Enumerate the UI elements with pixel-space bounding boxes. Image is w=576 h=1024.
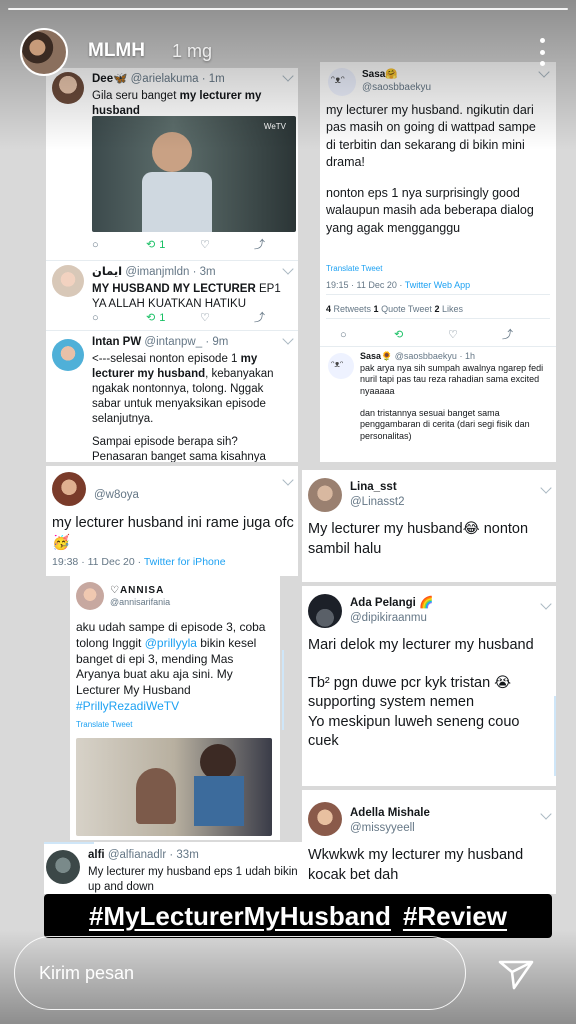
share-icon[interactable]: ⤴: [502, 328, 556, 342]
tweet-stats: 4 Retweets 1 Quote Tweet 2 Likes: [326, 304, 463, 314]
hashtag-mylecturermyhusband[interactable]: #MyLecturerMyHusband: [89, 901, 391, 932]
retweet-button[interactable]: ⟲ 1: [146, 311, 200, 325]
tweet-time: · 9m: [205, 336, 229, 348]
tweet-author-name: Ada Pelangi 🌈: [350, 597, 434, 609]
tweet-card-iman: ايمان @imanjmldn · 3m MY HUSBAND MY LECT…: [46, 260, 298, 330]
tweet-text: aku udah sampe di episode 3, coba tolong…: [76, 620, 266, 714]
tweet-text: My lecturer my husband eps 1 udah bikin …: [88, 865, 298, 893]
tweet-handle: @alfianadlr: [107, 849, 167, 861]
tweet-text-2: dan tristannya sesuai banget sama pengga…: [360, 407, 530, 442]
chevron-down-icon[interactable]: [282, 474, 294, 486]
tweet-time: · 1h: [459, 351, 475, 361]
tweet-card-lina: Lina_sst @Linasst2 My lecturer my husban…: [302, 470, 556, 582]
tweet-handle: @imanjmldn: [125, 266, 190, 278]
translate-link[interactable]: Translate Tweet: [326, 264, 382, 274]
divider: [326, 294, 550, 295]
tweet-handle: @intanpw_: [144, 336, 203, 348]
tweet-video[interactable]: WeTV: [92, 116, 296, 232]
chevron-down-icon[interactable]: [540, 808, 552, 820]
send-icon[interactable]: [494, 950, 538, 994]
tweet-card-annisa: ♡ANNISA @annisarifania aku udah sampe di…: [70, 576, 280, 840]
like-icon[interactable]: ♡: [200, 311, 254, 325]
avatar: ᵔᴥᵔ: [328, 353, 354, 379]
avatar: [308, 478, 342, 512]
chevron-down-icon[interactable]: [540, 482, 552, 494]
reply-icon[interactable]: ○: [340, 328, 394, 342]
hashtag-review[interactable]: #Review: [403, 901, 507, 932]
tweet-image[interactable]: [76, 738, 272, 836]
avatar: [52, 339, 84, 371]
tweet-card-alfi: alfi @alfianadlr · 33m My lecturer my hu…: [44, 842, 302, 894]
tweet-time: · 3m: [192, 266, 216, 278]
tweet-author-name: Sasa🌻: [360, 351, 393, 361]
tweet-handle: @missyyeell: [350, 821, 415, 834]
tweet-text: pak arya nya sih sumpah awalnya ngarep f…: [360, 362, 544, 397]
tweet-author-name: Intan PW: [92, 336, 142, 348]
tweet-meta: 19:38 · 11 Dec 20 · Twitter for iPhone: [52, 556, 226, 568]
avatar: [52, 472, 86, 506]
avatar: [46, 850, 80, 884]
story-time: 1 mg: [172, 41, 213, 61]
tweet-handle: @saosbbaekyu: [362, 82, 432, 93]
chevron-down-icon[interactable]: [540, 598, 552, 610]
tweet-text: Wkwkwk my lecturer my husband kocak bet …: [308, 847, 524, 883]
like-icon[interactable]: ♡: [448, 328, 502, 342]
like-icon[interactable]: ♡: [200, 238, 254, 252]
thread-line: [554, 696, 556, 776]
tweet-author-name: Adella Mishale: [350, 807, 430, 819]
tweet-handle: @saosbbaekyu: [394, 351, 457, 361]
avatar[interactable]: [20, 28, 68, 76]
message-input[interactable]: Kirim pesan: [14, 936, 466, 1010]
tweet-meta: 19:15 · 11 Dec 20 · Twitter Web App: [326, 280, 471, 290]
tweet-text: MY HUSBAND MY LECTURER EP1 YA ALLAH KUAT…: [92, 282, 281, 310]
thread-line: [282, 650, 284, 730]
tweet-text-2: Sampai episode berapa sih? Penasaran ban…: [92, 435, 266, 462]
avatar: [308, 802, 342, 836]
retweet-button[interactable]: ⟲ 1: [146, 238, 200, 252]
tweet-author-name: Lina_sst: [350, 481, 397, 493]
thread-line: [44, 842, 94, 844]
reply-icon[interactable]: ○: [92, 238, 146, 252]
story-header: MLMH 1 mg: [0, 22, 576, 78]
tweet-card-w8oya: @w8oya my lecturer husband ini rame juga…: [46, 466, 298, 576]
tweet-actions: ○ ⟲ 1 ♡ ⤴: [92, 311, 298, 325]
avatar: [76, 582, 104, 610]
tweet-text: my lecturer my husband. ngikutin dari pa…: [326, 103, 536, 235]
story-canvas: Dee🦋 @arielakuma · 1m Gila seru banget m…: [0, 0, 576, 1024]
tweet-author-name: alfi: [88, 849, 105, 861]
share-icon[interactable]: ⤴: [254, 311, 298, 325]
tweet-actions: ○ ⟲ ♡ ⤴: [340, 328, 556, 342]
tweet-handle: @w8oya: [94, 489, 139, 501]
tweet-time: · 33m: [169, 849, 199, 861]
tweet-text: My lecturer my husband😂 nonton sambil ha…: [308, 521, 529, 557]
tweet-text: Mari delok my lecturer my husband Tb² pg…: [308, 637, 534, 750]
tweet-card-sasa: ᵔᴥᵔ Sasa🤗 @saosbbaekyu my lecturer my hu…: [320, 62, 556, 346]
avatar: [308, 594, 342, 628]
retweet-icon[interactable]: ⟲: [394, 328, 448, 342]
story-progress-bar: [8, 8, 568, 10]
tweet-card-dee: Dee🦋 @arielakuma · 1m Gila seru banget m…: [46, 68, 298, 260]
tweet-author-name: ايمان: [92, 266, 123, 278]
story-username[interactable]: MLMH: [88, 40, 145, 62]
message-placeholder: Kirim pesan: [39, 963, 135, 983]
avatar: [52, 265, 84, 297]
share-icon[interactable]: ⤴: [254, 238, 298, 252]
tweet-handle: @annisarifania: [110, 597, 171, 607]
tweet-card-intan: Intan PW @intanpw_ · 9m <---selesai nont…: [46, 330, 298, 462]
more-options-icon[interactable]: [538, 38, 546, 66]
tweet-card-ada: Ada Pelangi 🌈 @dipikiraanmu Mari delok m…: [302, 586, 556, 786]
tweet-handle: @Linasst2: [350, 495, 405, 508]
tweet-text: my lecturer husband ini rame juga ofc 🥳: [52, 515, 294, 551]
wetv-logo: WeTV: [263, 122, 286, 131]
reply-icon[interactable]: ○: [92, 311, 146, 325]
tweet-card-sasa-reply: ᵔᴥᵔ Sasa🌻 @saosbbaekyu · 1h pak arya nya…: [320, 346, 556, 462]
translate-link[interactable]: Translate Tweet: [76, 720, 132, 730]
tweet-handle: @dipikiraanmu: [350, 611, 427, 624]
tweet-author-name: ♡ANNISA: [110, 585, 165, 596]
divider: [326, 318, 550, 319]
tweet-card-adella: Adella Mishale @missyyeell Wkwkwk my lec…: [302, 790, 556, 894]
tweet-text: <---selesai nonton episode 1 my lecturer…: [92, 352, 274, 425]
tweet-actions: ○ ⟲ 1 ♡ ⤴: [92, 238, 298, 252]
